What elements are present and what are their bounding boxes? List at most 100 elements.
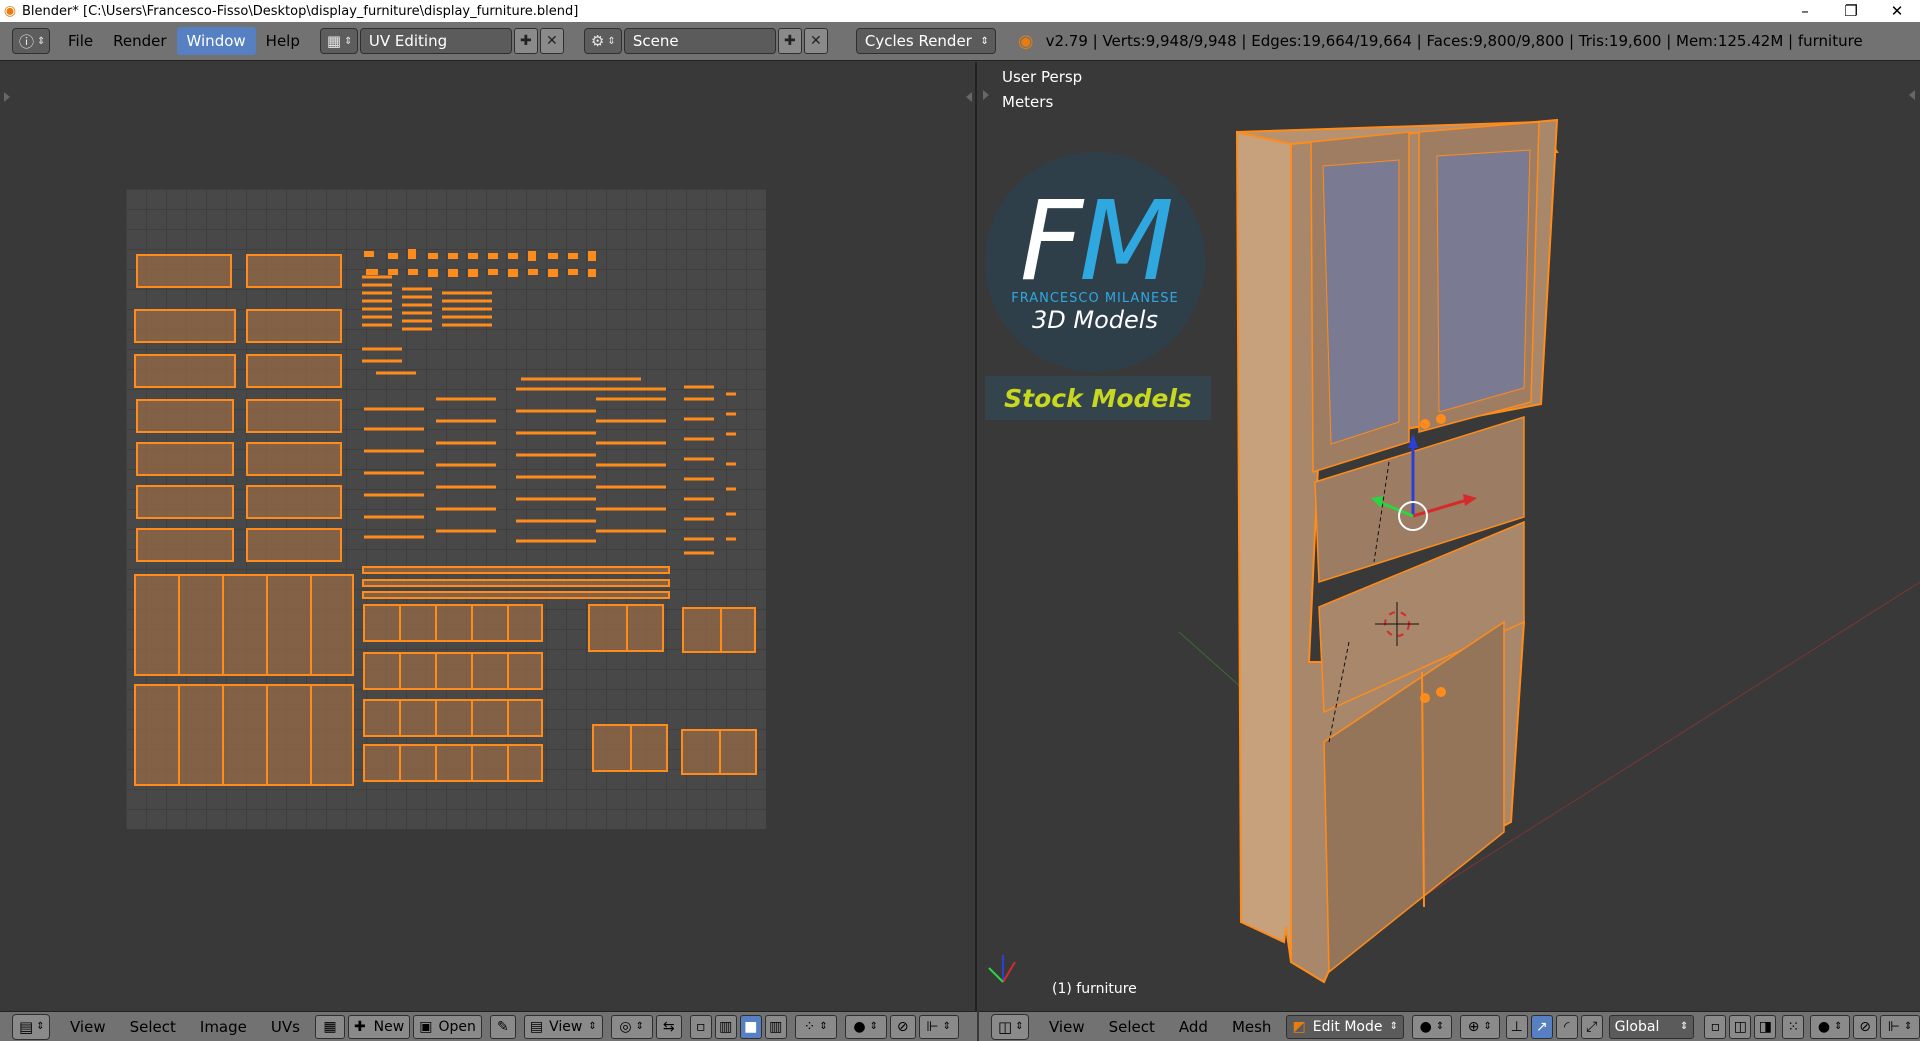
sync-selection-button[interactable]: ⇆ — [655, 1014, 682, 1039]
uv-island[interactable] — [588, 604, 664, 652]
editor-type-image-button[interactable]: ▤ ⇕ — [12, 1013, 50, 1040]
menu-window[interactable]: Window — [176, 27, 256, 55]
uv-island[interactable] — [363, 604, 543, 642]
edge-select-button[interactable]: ▥ — [714, 1014, 737, 1039]
render-engine-dropdown[interactable]: Cycles Render ⇕ — [855, 28, 996, 54]
uv-island[interactable] — [363, 699, 543, 737]
translate-manipulator-button[interactable]: ↗ — [1530, 1014, 1553, 1039]
watermark-circle: FM FRANCESCO MILANESE 3D Models — [985, 152, 1205, 372]
orientation-dropdown[interactable]: Global ⇕ — [1608, 1014, 1695, 1039]
view3d-menu-mesh[interactable]: Mesh — [1220, 1018, 1284, 1036]
updown-icon: ⇕ — [344, 35, 353, 47]
corner-handle-icon[interactable] — [1909, 90, 1915, 100]
cabinet-left-side[interactable] — [1235, 130, 1292, 963]
scene-icon: ⚙ — [590, 32, 605, 50]
remove-scene-button[interactable]: ✕ — [803, 28, 828, 54]
uv-island-door[interactable] — [134, 574, 354, 676]
uv-island[interactable] — [682, 607, 756, 653]
open-image-button[interactable]: ▣ Open — [413, 1014, 482, 1039]
new-image-button[interactable]: ✚ New — [347, 1014, 411, 1039]
mode-dropdown[interactable]: ◩ Edit Mode ⇕ — [1286, 1014, 1404, 1039]
add-scene-button[interactable]: ✚ — [777, 28, 802, 54]
menu-render[interactable]: Render — [103, 27, 176, 55]
face-select-mode-button[interactable]: ◨ — [1754, 1014, 1777, 1039]
proportional-editing-dropdown[interactable]: ● ⇕ — [1810, 1014, 1851, 1039]
minimize-button[interactable]: – — [1782, 2, 1828, 20]
proportional-edit-dropdown[interactable]: ● ⇕ — [844, 1014, 887, 1039]
uv-view-mode-dropdown[interactable]: ▤ View ⇕ — [523, 1014, 603, 1039]
view3d-menu-select[interactable]: Select — [1097, 1018, 1167, 1036]
snap-toggle-button[interactable]: ⊘ — [889, 1014, 916, 1039]
uv-menu-select[interactable]: Select — [118, 1018, 188, 1036]
vertex-select-mode-button[interactable]: ▫ — [1704, 1014, 1727, 1039]
manipulator-toggle[interactable]: ⊥ — [1505, 1014, 1528, 1039]
uv-island[interactable] — [592, 724, 668, 772]
view3d-menu-add[interactable]: Add — [1167, 1018, 1220, 1036]
menu-file[interactable]: File — [58, 27, 103, 55]
door-knob[interactable] — [1420, 419, 1430, 429]
view3d-menu-view[interactable]: View — [1037, 1018, 1097, 1036]
uv-island-door[interactable] — [134, 684, 354, 786]
scale-manipulator-button[interactable]: ⤢ — [1580, 1014, 1603, 1039]
updown-icon: ⇕ — [1483, 1021, 1492, 1032]
glass-panel-left[interactable] — [1322, 159, 1400, 445]
updown-icon: ⇕ — [1679, 1021, 1689, 1032]
menu-help[interactable]: Help — [256, 27, 310, 55]
uv-small-island-group[interactable] — [364, 249, 596, 277]
layout-name-field[interactable]: UV Editing — [359, 28, 512, 54]
corner-handle-icon[interactable] — [966, 92, 972, 102]
editor-type-3dview-button[interactable]: ◫ ⇕ — [991, 1013, 1029, 1040]
uv-menu-view[interactable]: View — [58, 1018, 118, 1036]
scale-icon: ⤢ — [1586, 1018, 1598, 1035]
scene-selector[interactable]: ⚙ ⇕ — [583, 28, 622, 54]
uv-menu-image[interactable]: Image — [188, 1018, 259, 1036]
3d-viewport[interactable]: User Persp Meters FM FRANCESCO MILANESE … — [979, 62, 1920, 1011]
uv-island[interactable] — [363, 744, 543, 782]
updown-icon: ⇕ — [1435, 1021, 1445, 1032]
uv-island[interactable] — [363, 652, 543, 690]
remove-layout-button[interactable]: ✕ — [539, 28, 564, 54]
edge-icon: ▥ — [719, 1018, 733, 1035]
updown-icon: ⇕ — [1015, 1021, 1024, 1032]
pin-image-button[interactable]: ✎ — [489, 1014, 516, 1039]
corner-handle-icon[interactable] — [983, 90, 989, 100]
door-knob[interactable] — [1436, 687, 1446, 697]
snap-toggle[interactable]: ⊘ — [1853, 1014, 1878, 1039]
sticky-mode-dropdown[interactable]: ⁘ ⇕ — [794, 1014, 837, 1039]
uv-island-strip[interactable] — [362, 591, 670, 599]
door-knob[interactable] — [1420, 693, 1430, 703]
uv-small-islands[interactable] — [126, 189, 766, 569]
uv-island-strip[interactable] — [362, 579, 670, 587]
snap-target-dropdown[interactable]: ⊩ ⇕ — [1880, 1014, 1920, 1039]
face-select-button[interactable]: ■ — [739, 1014, 762, 1039]
pivot-dropdown[interactable]: ◎ ⇕ — [610, 1014, 653, 1039]
vertex-select-button[interactable]: ▫ — [689, 1014, 712, 1039]
limit-selection-toggle[interactable]: ⁙ — [1782, 1014, 1805, 1039]
glass-panel-right[interactable] — [1436, 149, 1531, 413]
browse-image-button[interactable]: ▦ — [314, 1014, 345, 1039]
corner-handle-icon[interactable] — [4, 92, 10, 102]
scene-name-field[interactable]: Scene — [623, 28, 776, 54]
uv-grid[interactable] — [126, 189, 766, 829]
new-image-label: New — [373, 1018, 405, 1035]
add-layout-button[interactable]: ✚ — [513, 28, 538, 54]
close-button[interactable]: ✕ — [1874, 2, 1920, 20]
uv-menu-uvs[interactable]: UVs — [259, 1018, 312, 1036]
rotate-manipulator-button[interactable]: ◜ — [1555, 1014, 1578, 1039]
door-knob[interactable] — [1436, 414, 1446, 424]
editor-type-info-button[interactable]: ⓘ ⇕ — [12, 28, 50, 54]
edge-select-mode-button[interactable]: ◫ — [1729, 1014, 1752, 1039]
screen-layout-selector[interactable]: ▦ ⇕ — [319, 28, 358, 54]
furniture-mesh[interactable] — [1235, 118, 1559, 984]
island-select-button[interactable]: ▥ — [764, 1014, 787, 1039]
uv-image-editor[interactable] — [0, 62, 977, 1011]
uv-island[interactable] — [681, 729, 757, 775]
window-titlebar: ◉ Blender* [C:\Users\Francesco-Fisso\Des… — [0, 0, 1920, 22]
blender-logo-icon: ◉ — [3, 3, 17, 19]
shading-dropdown[interactable]: ● ⇕ — [1411, 1014, 1452, 1039]
snap-element-dropdown[interactable]: ⊩ ⇕ — [918, 1014, 959, 1039]
restore-button[interactable]: ❐ — [1828, 2, 1874, 20]
uv-thin-islands[interactable] — [362, 275, 736, 555]
pivot-point-dropdown[interactable]: ⊕ ⇕ — [1459, 1014, 1500, 1039]
vertex-icon: ▫ — [1710, 1018, 1721, 1035]
